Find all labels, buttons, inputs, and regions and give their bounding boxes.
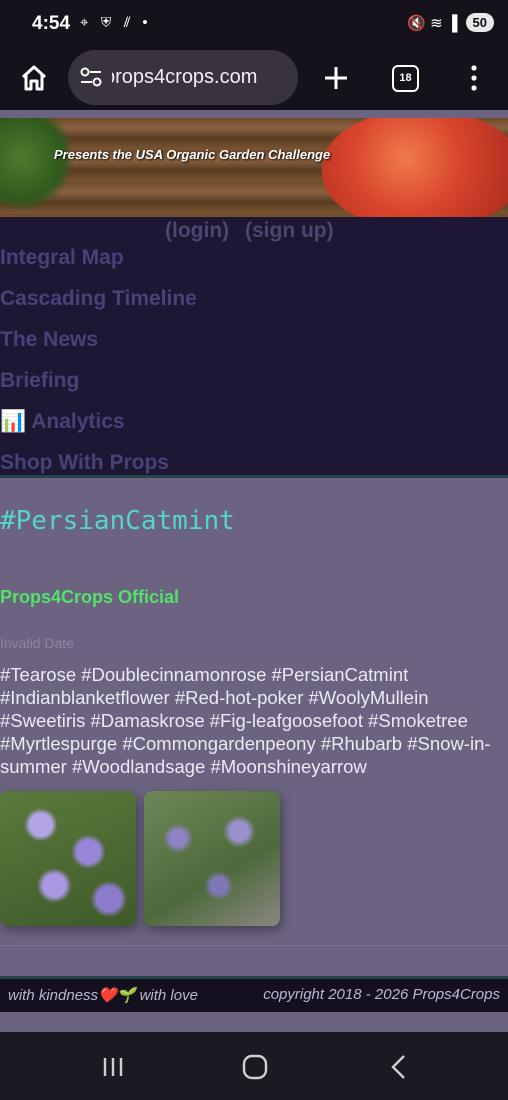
tab-switcher-button[interactable]: 18 — [392, 65, 419, 92]
site-banner: Presents the USA Organic Garden Challeng… — [0, 118, 508, 217]
status-right: 🔇 ≋ ▐ 50 — [407, 13, 494, 32]
login-link[interactable]: (login) — [165, 219, 229, 242]
site-nav: (login) (sign up) Integral Map Cascading… — [0, 217, 508, 475]
nav-item-analytics[interactable]: 📊 Analytics — [0, 410, 125, 434]
banner-caption: Presents the USA Organic Garden Challeng… — [54, 147, 331, 162]
system-nav-bar — [0, 1032, 508, 1100]
signup-link[interactable]: (sign up) — [245, 219, 334, 242]
status-time: 4:54 — [32, 13, 71, 34]
site-settings-icon[interactable] — [78, 64, 104, 90]
auth-links: (login) (sign up) — [165, 219, 344, 243]
post-title[interactable]: #PersianCatmint — [0, 506, 235, 536]
post-date: Invalid Date — [0, 635, 74, 651]
post-card: #PersianCatmint Props4Crops Official Inv… — [0, 478, 508, 976]
new-tab-icon[interactable] — [320, 62, 352, 94]
site-footer: with kindness❤️🌱 with love copyright 201… — [0, 979, 508, 1012]
footer-copyright: copyright 2018 - 2026 Props4Crops — [263, 986, 500, 1003]
home-icon[interactable] — [18, 62, 50, 94]
battery-indicator: 50 — [465, 13, 494, 32]
banner-tomato-image — [322, 118, 508, 217]
status-bar: 4:54 ⌖ ⛨ ⫽ • 🔇 ≋ ▐ 50 — [0, 0, 508, 50]
banner-leaves-image — [0, 118, 70, 217]
notification-icons: ⌖ ⛨ ⫽ • — [80, 14, 152, 31]
browser-toolbar: props4crops.com 18 — [0, 50, 508, 110]
nav-item-cascading-timeline[interactable]: Cascading Timeline — [0, 287, 197, 311]
footer-tagline: with kindness❤️🌱 with love — [8, 987, 198, 1004]
divider — [0, 945, 508, 946]
post-author[interactable]: Props4Crops Official — [0, 587, 179, 608]
home-button-icon[interactable] — [240, 1052, 270, 1082]
post-photo-catmint-garden[interactable] — [144, 791, 280, 926]
nav-item-the-news[interactable]: The News — [0, 328, 98, 352]
url-text: props4crops.com — [104, 66, 258, 88]
address-bar[interactable]: props4crops.com — [68, 50, 298, 105]
nav-item-integral-map[interactable]: Integral Map — [0, 246, 124, 270]
system-icons: 🔇 ≋ ▐ — [407, 14, 458, 32]
more-menu-icon[interactable] — [464, 62, 484, 94]
nav-item-briefing[interactable]: Briefing — [0, 369, 79, 393]
post-tags[interactable]: #Tearose #Doublecinnamonrose #PersianCat… — [0, 663, 508, 778]
back-icon[interactable] — [384, 1052, 414, 1082]
nav-item-shop[interactable]: Shop With Props — [0, 451, 169, 475]
post-photo-catmint-closeup[interactable] — [0, 791, 136, 926]
recent-apps-icon[interactable] — [98, 1052, 128, 1082]
